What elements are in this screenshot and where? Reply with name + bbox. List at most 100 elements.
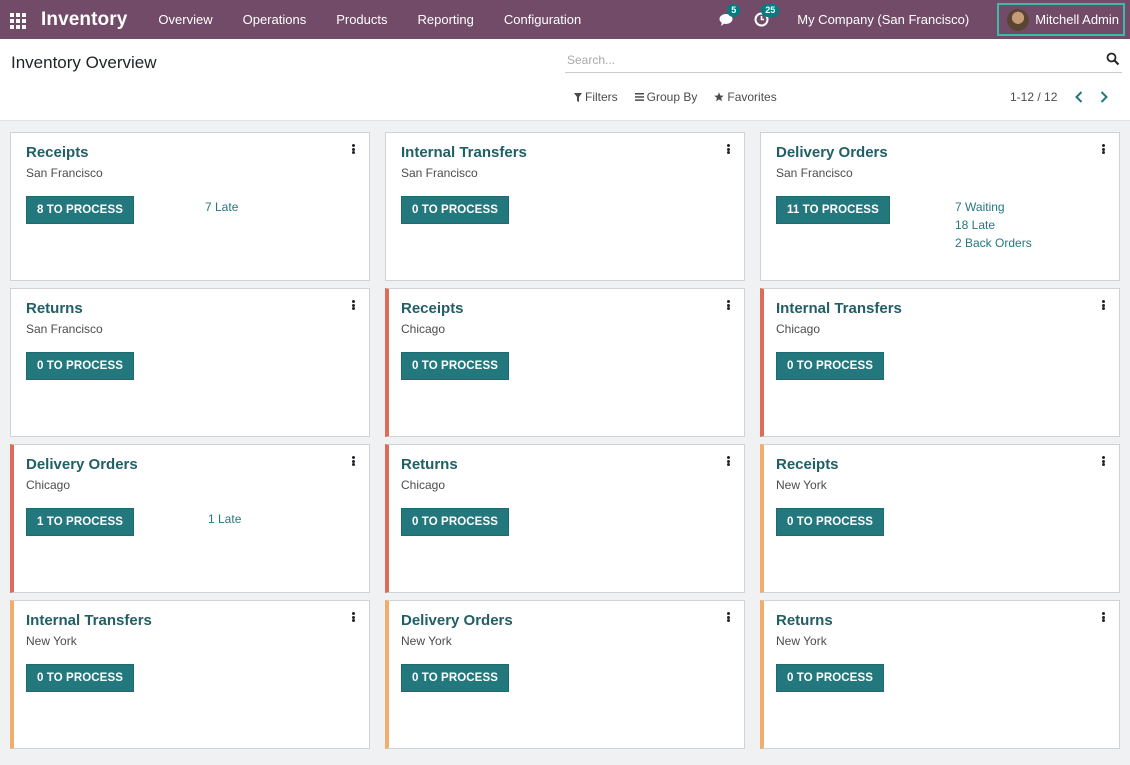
menu-products[interactable]: Products [321, 12, 402, 27]
menu-operations[interactable]: Operations [228, 12, 322, 27]
pager-value[interactable]: 1-12 / 12 [1010, 90, 1057, 104]
card-location: Chicago [401, 478, 446, 492]
card-location: Chicago [401, 322, 446, 336]
activities-button[interactable]: 25 [751, 3, 780, 30]
avatar [1007, 8, 1030, 31]
card-title[interactable]: Returns [26, 300, 83, 317]
chevron-left-icon [1075, 91, 1083, 103]
card-title[interactable]: Returns [401, 456, 458, 473]
card-title[interactable]: Receipts [776, 456, 839, 473]
operation-card: Delivery Orders Chicago 1 TO PROCESS 1 Late [10, 444, 370, 593]
menu-reporting[interactable]: Reporting [403, 12, 489, 27]
card-title[interactable]: Delivery Orders [776, 144, 888, 161]
search-options: Filters Group By Favorites [574, 90, 794, 104]
kebab-menu-icon[interactable] [1099, 610, 1107, 624]
card-title[interactable]: Returns [776, 612, 833, 629]
operation-card: Returns Chicago 0 TO PROCESS [385, 444, 745, 593]
systray: 5 25 My Company (San Francisco) Mitchell… [717, 0, 1130, 39]
messages-badge: 5 [727, 3, 741, 17]
card-location: San Francisco [401, 166, 478, 180]
menu-configuration[interactable]: Configuration [489, 12, 596, 27]
to-process-button[interactable]: 0 TO PROCESS [776, 508, 884, 536]
kebab-menu-icon[interactable] [724, 454, 732, 468]
control-panel: Inventory Overview Filters Group By Favo… [0, 39, 1130, 121]
group-by-label: Group By [646, 90, 698, 104]
stat-link[interactable]: 7 Waiting [955, 198, 1032, 216]
star-icon [714, 92, 725, 102]
card-title[interactable]: Delivery Orders [26, 456, 138, 473]
search-icon[interactable] [1106, 52, 1120, 66]
operation-card: Delivery Orders San Francisco 11 TO PROCES… [760, 132, 1120, 281]
card-title[interactable]: Internal Transfers [776, 300, 902, 317]
to-process-button[interactable]: 0 TO PROCESS [776, 352, 884, 380]
to-process-button[interactable]: 0 TO PROCESS [26, 664, 134, 692]
page-title: Inventory Overview [11, 53, 157, 72]
to-process-button[interactable]: 0 TO PROCESS [401, 352, 509, 380]
stat-link[interactable]: 7 Late [205, 198, 238, 216]
stat-link[interactable]: 1 Late [208, 510, 241, 528]
to-process-button[interactable]: 0 TO PROCESS [401, 664, 509, 692]
to-process-button[interactable]: 0 TO PROCESS [401, 196, 509, 224]
user-name: Mitchell Admin [1035, 12, 1119, 27]
kebab-menu-icon[interactable] [724, 610, 732, 624]
kebab-menu-icon[interactable] [1099, 454, 1107, 468]
top-navbar: Inventory Overview Operations Products R… [0, 0, 1130, 39]
group-by-button[interactable]: Group By [634, 90, 698, 104]
card-location: New York [26, 634, 77, 648]
stat-link[interactable]: 18 Late [955, 216, 1032, 234]
chevron-right-icon [1101, 91, 1109, 103]
to-process-button[interactable]: 0 TO PROCESS [776, 664, 884, 692]
pager-next-button[interactable] [1096, 89, 1112, 105]
activities-badge: 25 [761, 3, 780, 17]
operation-card: Receipts Chicago 0 TO PROCESS [385, 288, 745, 437]
operation-card: Receipts San Francisco 8 TO PROCESS 7 Late [10, 132, 370, 281]
company-switcher[interactable]: My Company (San Francisco) [797, 12, 969, 27]
kebab-menu-icon[interactable] [349, 142, 357, 156]
pager-previous-button[interactable] [1071, 89, 1087, 105]
kebab-menu-icon[interactable] [349, 298, 357, 312]
kebab-menu-icon[interactable] [1099, 298, 1107, 312]
pager: 1-12 / 12 [1010, 89, 1121, 105]
to-process-button[interactable]: 11 TO PROCESS [776, 196, 890, 224]
kebab-menu-icon[interactable] [349, 454, 357, 468]
to-process-button[interactable]: 0 TO PROCESS [26, 352, 134, 380]
operation-card: Internal Transfers San Francisco 0 TO PROC… [385, 132, 745, 281]
stat-link[interactable]: 2 Back Orders [955, 234, 1032, 252]
operation-card: Returns San Francisco 0 TO PROCESS [10, 288, 370, 437]
operation-card: Internal Transfers Chicago 0 TO PROCESS [760, 288, 1120, 437]
card-location: San Francisco [26, 322, 103, 336]
kebab-menu-icon[interactable] [724, 142, 732, 156]
operation-card: Internal Transfers New York 0 TO PROCESS [10, 600, 370, 749]
card-location: San Francisco [776, 166, 853, 180]
kebab-menu-icon[interactable] [1099, 142, 1107, 156]
card-title[interactable]: Internal Transfers [401, 144, 527, 161]
card-title[interactable]: Receipts [26, 144, 89, 161]
menu-overview[interactable]: Overview [143, 12, 227, 27]
card-location: Chicago [26, 478, 71, 492]
card-title[interactable]: Delivery Orders [401, 612, 513, 629]
search-bar [565, 50, 1122, 73]
card-title[interactable]: Receipts [401, 300, 464, 317]
card-stats: 1 Late [208, 510, 241, 528]
filters-button[interactable]: Filters [574, 90, 618, 104]
card-location: New York [776, 478, 827, 492]
to-process-button[interactable]: 8 TO PROCESS [26, 196, 134, 224]
favorites-label: Favorites [727, 90, 777, 104]
card-location: Chicago [776, 322, 821, 336]
operation-card: Delivery Orders New York 0 TO PROCESS [385, 600, 745, 749]
kebab-menu-icon[interactable] [349, 610, 357, 624]
user-menu[interactable]: Mitchell Admin [997, 3, 1125, 36]
messages-button[interactable]: 5 [717, 3, 741, 30]
kebab-menu-icon[interactable] [724, 298, 732, 312]
search-input[interactable] [565, 50, 1095, 70]
filter-icon [574, 92, 582, 102]
to-process-button[interactable]: 0 TO PROCESS [401, 508, 509, 536]
apps-menu-icon[interactable] [10, 12, 28, 29]
operation-card: Returns New York 0 TO PROCESS [760, 600, 1120, 749]
card-title[interactable]: Internal Transfers [26, 612, 152, 629]
app-brand[interactable]: Inventory [41, 9, 127, 31]
operation-card: Receipts New York 0 TO PROCESS [760, 444, 1120, 593]
card-location: New York [776, 634, 827, 648]
to-process-button[interactable]: 1 TO PROCESS [26, 508, 134, 536]
favorites-button[interactable]: Favorites [714, 90, 777, 104]
